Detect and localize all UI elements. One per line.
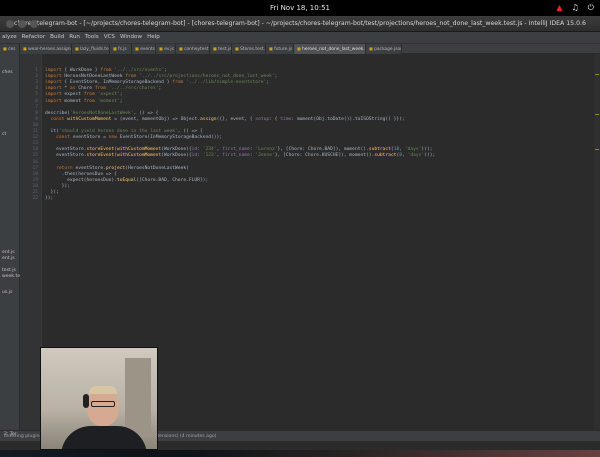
menu-item[interactable]: Build xyxy=(50,32,64,43)
line-number: 10 xyxy=(32,122,38,128)
line-number: 6 xyxy=(35,98,38,104)
network-icon[interactable]: ▲ xyxy=(556,0,562,16)
webcam-background-door xyxy=(125,358,151,438)
line-number: 8 xyxy=(35,110,38,116)
editor-tab[interactable]: lazy_fluids.test.js xyxy=(72,44,110,54)
terminal-tool-button[interactable]: 2: Ter xyxy=(0,432,40,441)
warning-marker[interactable] xyxy=(595,74,599,75)
code-line[interactable]: expect(heroesDue).toEqual([Chore.BAD, Ch… xyxy=(45,178,208,184)
system-clock[interactable]: Fri Nov 18, 10:51 xyxy=(0,0,600,16)
code-line[interactable]: return eventStore.project(HeroesNotDoneL… xyxy=(45,166,189,172)
close-window-button[interactable] xyxy=(6,20,14,28)
warning-marker[interactable] xyxy=(595,149,599,150)
code-line[interactable]: }); xyxy=(45,196,53,202)
line-number: 22 xyxy=(32,196,38,202)
code-line[interactable]: }); xyxy=(45,184,70,190)
error-stripe[interactable] xyxy=(594,54,600,430)
editor-tab[interactable]: package.json xyxy=(366,44,402,54)
editor-tab[interactable]: heroes_not_done_last_week.test.js xyxy=(294,44,366,54)
project-tree-item[interactable]: us.js xyxy=(2,290,12,295)
line-number: 15 xyxy=(32,153,38,159)
webcam-person-glasses xyxy=(91,401,115,407)
line-number: 17 xyxy=(32,165,38,171)
minimize-window-button[interactable] xyxy=(18,20,26,28)
project-tree-item[interactable]: ent.js xyxy=(2,256,15,261)
code-line[interactable]: import moment from 'moment'; xyxy=(45,99,123,105)
menu-item[interactable]: Tools xyxy=(85,32,99,43)
editor-tab[interactable]: ces xyxy=(0,44,20,54)
webcam-person-hair xyxy=(89,386,117,394)
headset-icon xyxy=(83,394,89,408)
system-top-bar: Fri Nov 18, 10:51 ▲ ♫ ⏻ xyxy=(0,0,600,16)
project-tree-item[interactable]: ent.js xyxy=(2,250,15,255)
code-line[interactable]: describe('HeroesNotDoneLastWeek', () => … xyxy=(45,111,158,117)
editor-tab[interactable]: ev.js xyxy=(156,44,176,54)
editor-tab[interactable]: test.js xyxy=(210,44,232,54)
code-line[interactable]: eventStore.storeEvent(withCustomMoment(W… xyxy=(45,153,435,159)
line-number: 5 xyxy=(35,92,38,98)
line-number: 16 xyxy=(32,159,38,165)
project-panel: ches ct ent.js ent.js test.js week.test.js us.… xyxy=(0,54,29,430)
editor-tab[interactable]: wear-heroes.assignments.test.js xyxy=(20,44,72,54)
editor-tab[interactable]: fs.js xyxy=(110,44,132,54)
line-number: 11 xyxy=(32,129,38,134)
menu-item[interactable]: Window xyxy=(120,32,142,43)
line-number: 1 xyxy=(35,68,38,73)
menu-bar: alyze Refactor Build Run Tools VCS Window Help xyxy=(0,32,600,43)
line-number: 12 xyxy=(32,135,38,141)
project-tree-item[interactable]: ct xyxy=(2,132,6,137)
editor-tab[interactable]: conheytest.js xyxy=(176,44,210,54)
line-number: 21 xyxy=(32,190,38,195)
webcam-overlay xyxy=(40,347,158,450)
power-icon[interactable]: ⏻ xyxy=(588,0,594,16)
line-number: 18 xyxy=(32,171,38,177)
window-controls xyxy=(6,20,38,28)
line-number: 4 xyxy=(35,86,38,92)
line-number: 3 xyxy=(35,80,38,86)
line-number: 7 xyxy=(35,104,38,110)
menu-item[interactable]: alyze xyxy=(2,32,17,43)
editor-tab[interactable]: events.js xyxy=(132,44,156,54)
project-tree-item[interactable]: ches xyxy=(2,70,13,75)
line-number: 20 xyxy=(32,183,38,189)
project-tree-item[interactable]: test.js xyxy=(2,268,16,273)
volume-icon[interactable]: ♫ xyxy=(572,0,579,16)
window-title: chores-telegram-bot - [~/projects/chores… xyxy=(14,20,586,27)
system-tray: ▲ ♫ ⏻ xyxy=(556,0,594,16)
menu-item[interactable]: Run xyxy=(69,32,80,43)
code-line[interactable]: .then(heroesDue => { xyxy=(45,172,117,178)
line-number: 14 xyxy=(32,147,38,153)
editor-tab[interactable]: Stores.test.js xyxy=(232,44,266,54)
window-titlebar[interactable]: chores-telegram-bot - [~/projects/chores… xyxy=(0,16,600,32)
menu-item[interactable]: VCS xyxy=(104,32,115,43)
line-number: 19 xyxy=(32,177,38,183)
warning-marker[interactable] xyxy=(595,114,599,115)
menu-item[interactable]: Help xyxy=(147,32,160,43)
line-number: 2 xyxy=(35,74,38,80)
code-line[interactable]: const withCustomMoment = (event, momentO… xyxy=(45,117,405,123)
line-number: 13 xyxy=(32,141,38,147)
line-number-gutter: 1 2 3 4 5 6 7 8 9 10 11 12 13 14 15 16 17 18 19 20 21 22 xyxy=(20,54,42,430)
line-number: 9 xyxy=(35,116,38,122)
editor-tab[interactable]: future.js xyxy=(266,44,294,54)
maximize-window-button[interactable] xyxy=(30,20,38,28)
code-line[interactable]: const eventStore = new EventStore(InMemo… xyxy=(45,135,222,141)
editor-tabs: ceswear-heroes.assignments.test.jslazy_f… xyxy=(0,44,600,54)
code-line[interactable]: import expect from 'expect'; xyxy=(45,92,123,98)
menu-item[interactable]: Refactor xyxy=(22,32,45,43)
